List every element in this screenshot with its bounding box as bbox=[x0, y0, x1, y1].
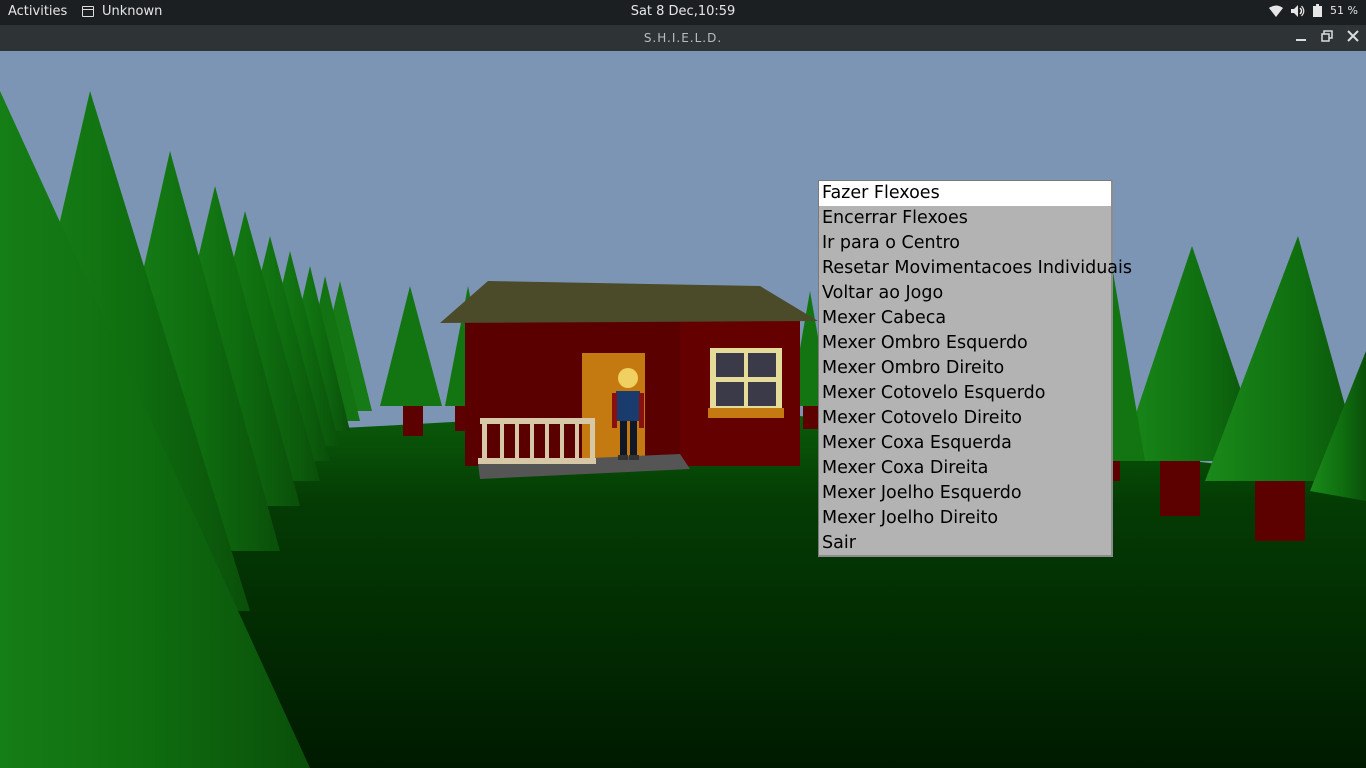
menu-item[interactable]: Mexer Joelho Direito bbox=[819, 506, 1111, 531]
menu-item[interactable]: Mexer Ombro Esquerdo bbox=[819, 331, 1111, 356]
menu-item[interactable]: Sair bbox=[819, 531, 1111, 556]
menu-item[interactable]: Ir para o Centro bbox=[819, 231, 1111, 256]
volume-icon bbox=[1291, 4, 1305, 17]
wifi-icon bbox=[1269, 5, 1284, 17]
menu-item[interactable]: Fazer Flexoes bbox=[819, 181, 1111, 206]
menu-item[interactable]: Voltar ao Jogo bbox=[819, 281, 1111, 306]
menu-item[interactable]: Mexer Cabeca bbox=[819, 306, 1111, 331]
clock[interactable]: Sat 8 Dec,10:59 bbox=[0, 4, 1366, 19]
status-area[interactable]: 51 % bbox=[1269, 4, 1358, 17]
menu-item[interactable]: Encerrar Flexoes bbox=[819, 206, 1111, 231]
context-menu[interactable]: Fazer Flexoes Encerrar Flexoes Ir para o C… bbox=[818, 180, 1132, 557]
scene-canvas bbox=[0, 51, 1366, 768]
menu-item[interactable]: Resetar Movimentacoes Individuais bbox=[819, 256, 1132, 281]
battery-icon bbox=[1313, 4, 1323, 17]
close-icon[interactable] bbox=[1343, 28, 1363, 48]
menu-item[interactable]: Mexer Coxa Esquerda bbox=[819, 431, 1111, 456]
top-bar: Activities Unknown Sat 8 Dec,10:59 51 % bbox=[0, 0, 1366, 25]
window-title: S.H.I.E.L.D. bbox=[643, 31, 723, 45]
game-viewport[interactable]: Fazer Flexoes Encerrar Flexoes Ir para o C… bbox=[0, 51, 1366, 768]
menu-item[interactable]: Mexer Cotovelo Esquerdo bbox=[819, 381, 1111, 406]
window-titlebar[interactable]: S.H.I.E.L.D. bbox=[0, 25, 1366, 51]
menu-item[interactable]: Mexer Joelho Esquerdo bbox=[819, 481, 1111, 506]
maximize-icon[interactable] bbox=[1317, 28, 1337, 48]
menu-item[interactable]: Mexer Coxa Direita bbox=[819, 456, 1111, 481]
minimize-icon[interactable] bbox=[1291, 28, 1311, 48]
house bbox=[440, 281, 818, 479]
menu-item[interactable]: Mexer Cotovelo Direito bbox=[819, 406, 1111, 431]
menu-item[interactable]: Mexer Ombro Direito bbox=[819, 356, 1111, 381]
battery-percent: 51 % bbox=[1330, 4, 1358, 17]
